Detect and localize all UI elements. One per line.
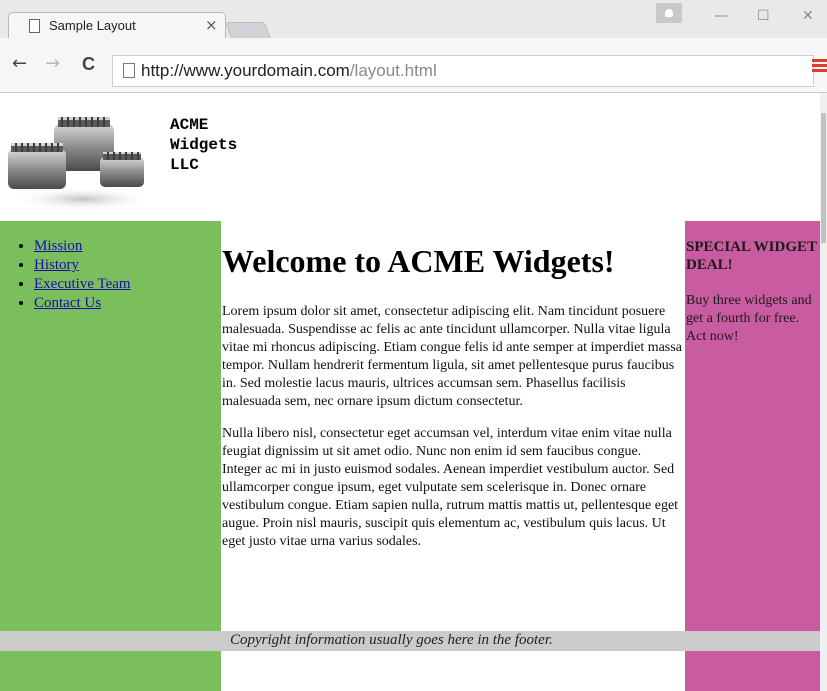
right-sidebar: SPECIAL WIDGET DEAL! Buy three widgets a… bbox=[685, 221, 820, 691]
tab-close-button[interactable]: × bbox=[205, 16, 218, 34]
url-path: /layout.html bbox=[349, 61, 437, 80]
nav-link-history[interactable]: History bbox=[34, 257, 79, 273]
minimize-button[interactable]: — bbox=[714, 8, 728, 24]
footer: Copyright information usually goes here … bbox=[0, 631, 820, 651]
browser-toolbar: ← → C http://www.yourdomain.com/layout.h… bbox=[0, 38, 827, 93]
new-tab-button[interactable] bbox=[224, 22, 272, 39]
nav-item: History bbox=[34, 256, 221, 275]
profile-icon[interactable] bbox=[656, 3, 682, 23]
menu-icon[interactable] bbox=[812, 59, 827, 73]
browser-tab[interactable]: Sample Layout × bbox=[8, 12, 226, 39]
nav-list: Mission History Executive Team Contact U… bbox=[0, 237, 221, 313]
nav-item: Executive Team bbox=[34, 275, 221, 294]
site-title-line: Widgets bbox=[170, 136, 238, 154]
browser-titlebar: Sample Layout × — ☐ ✕ bbox=[0, 0, 827, 39]
main-content: Welcome to ACME Widgets! Lorem ipsum dol… bbox=[222, 241, 684, 551]
page-icon bbox=[29, 19, 40, 33]
page-icon bbox=[123, 63, 135, 78]
nav-link-executive-team[interactable]: Executive Team bbox=[34, 276, 131, 292]
page-heading: Welcome to ACME Widgets! bbox=[222, 243, 615, 279]
scrollbar-thumb[interactable] bbox=[821, 113, 826, 243]
forward-button[interactable]: → bbox=[45, 55, 60, 73]
body-paragraph: Lorem ipsum dolor sit amet, consectetur … bbox=[222, 304, 682, 409]
page-viewport: ACME Widgets LLC Mission History Executi… bbox=[0, 93, 820, 691]
site-title-line: LLC bbox=[170, 156, 199, 174]
site-title-line: ACME bbox=[170, 116, 209, 134]
site-title: ACME Widgets LLC bbox=[170, 115, 290, 175]
reload-button[interactable]: C bbox=[82, 55, 95, 73]
tab-title: Sample Layout bbox=[49, 18, 136, 33]
back-button[interactable]: ← bbox=[12, 55, 27, 73]
nav-item: Contact Us bbox=[34, 294, 221, 313]
url-host: http://www.yourdomain.com bbox=[141, 61, 350, 80]
footer-text: Copyright information usually goes here … bbox=[230, 632, 553, 648]
gears-logo bbox=[8, 117, 155, 211]
nav-link-mission[interactable]: Mission bbox=[34, 238, 82, 254]
body-paragraph: Nulla libero nisl, consectetur eget accu… bbox=[222, 426, 679, 549]
left-nav-column: Mission History Executive Team Contact U… bbox=[0, 221, 221, 691]
deal-text: Buy three widgets and get a fourth for f… bbox=[686, 293, 812, 344]
deal-title: SPECIAL WIDGET DEAL! bbox=[686, 239, 817, 273]
maximize-button[interactable]: ☐ bbox=[757, 8, 770, 24]
url-text: http://www.yourdomain.com/layout.html bbox=[141, 61, 437, 81]
close-window-button[interactable]: ✕ bbox=[802, 8, 814, 24]
nav-item: Mission bbox=[34, 237, 221, 256]
page-scrollbar[interactable] bbox=[820, 93, 827, 691]
nav-link-contact-us[interactable]: Contact Us bbox=[34, 295, 101, 311]
address-bar[interactable]: http://www.yourdomain.com/layout.html bbox=[112, 55, 814, 87]
